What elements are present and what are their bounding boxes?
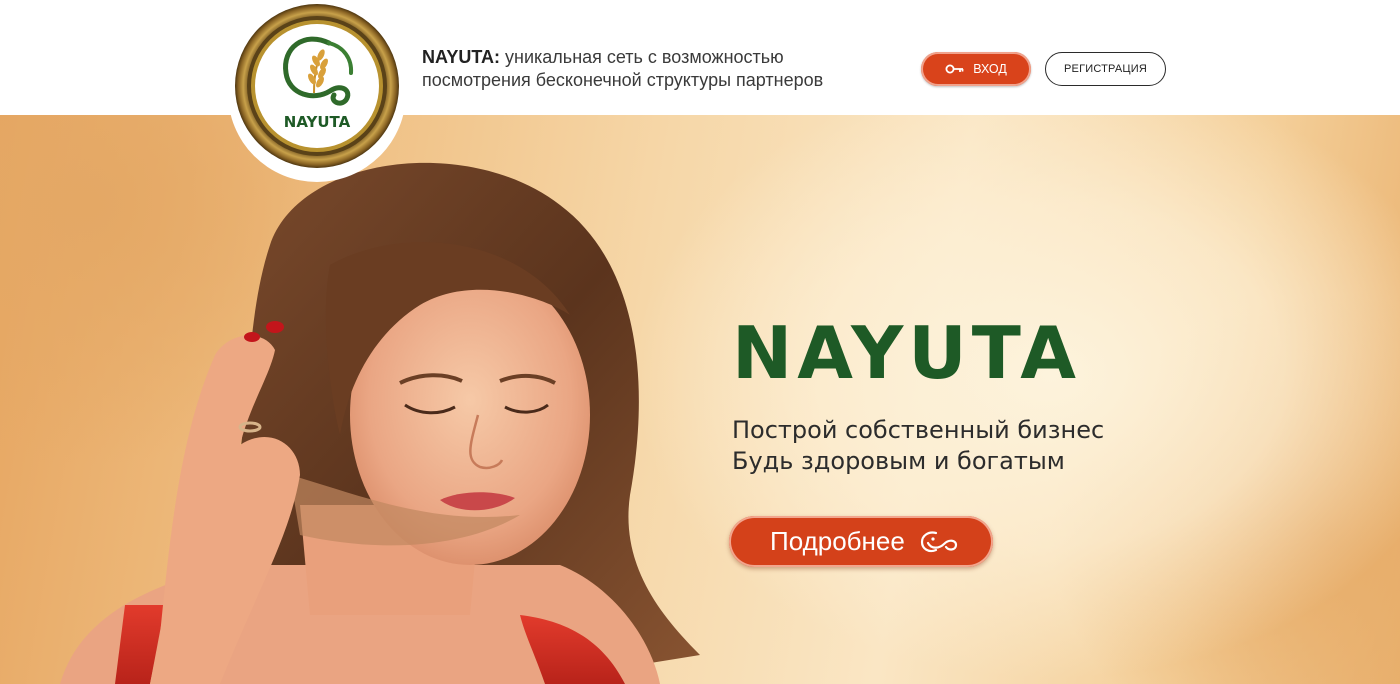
site-header: NAYUTA: уникальная сеть с возможностью п… <box>0 0 1400 115</box>
wheat-infinity-logo: NAYUTA <box>235 4 399 168</box>
slogan-line-2: Будь здоровым и богатым <box>732 447 1065 475</box>
hero-brand-title: NAYUTA <box>732 311 1081 395</box>
hero-photo <box>60 162 701 684</box>
login-button[interactable]: ВХОД <box>921 52 1031 86</box>
header-tagline: NAYUTA: уникальная сеть с возможностью п… <box>422 46 882 92</box>
register-button[interactable]: РЕГИСТРАЦИЯ <box>1045 52 1166 86</box>
hero-banner: NAYUTA Построй собственный бизнес Будь з… <box>0 115 1400 684</box>
infinity-swirl-icon <box>920 530 957 552</box>
key-icon <box>945 64 964 74</box>
more-button[interactable]: Подробнее <box>729 516 993 567</box>
logo-text: NAYUTA <box>284 113 351 131</box>
slogan-line-1: Построй собственный бизнес <box>732 416 1105 444</box>
more-button-label: Подробнее <box>770 526 905 556</box>
logo-link[interactable]: NAYUTA <box>228 0 406 182</box>
hero-slogan: Построй собственный бизнес Будь здоровым… <box>732 415 1104 477</box>
tagline-brand: NAYUTA: <box>422 47 501 67</box>
login-button-label: ВХОД <box>973 62 1007 76</box>
